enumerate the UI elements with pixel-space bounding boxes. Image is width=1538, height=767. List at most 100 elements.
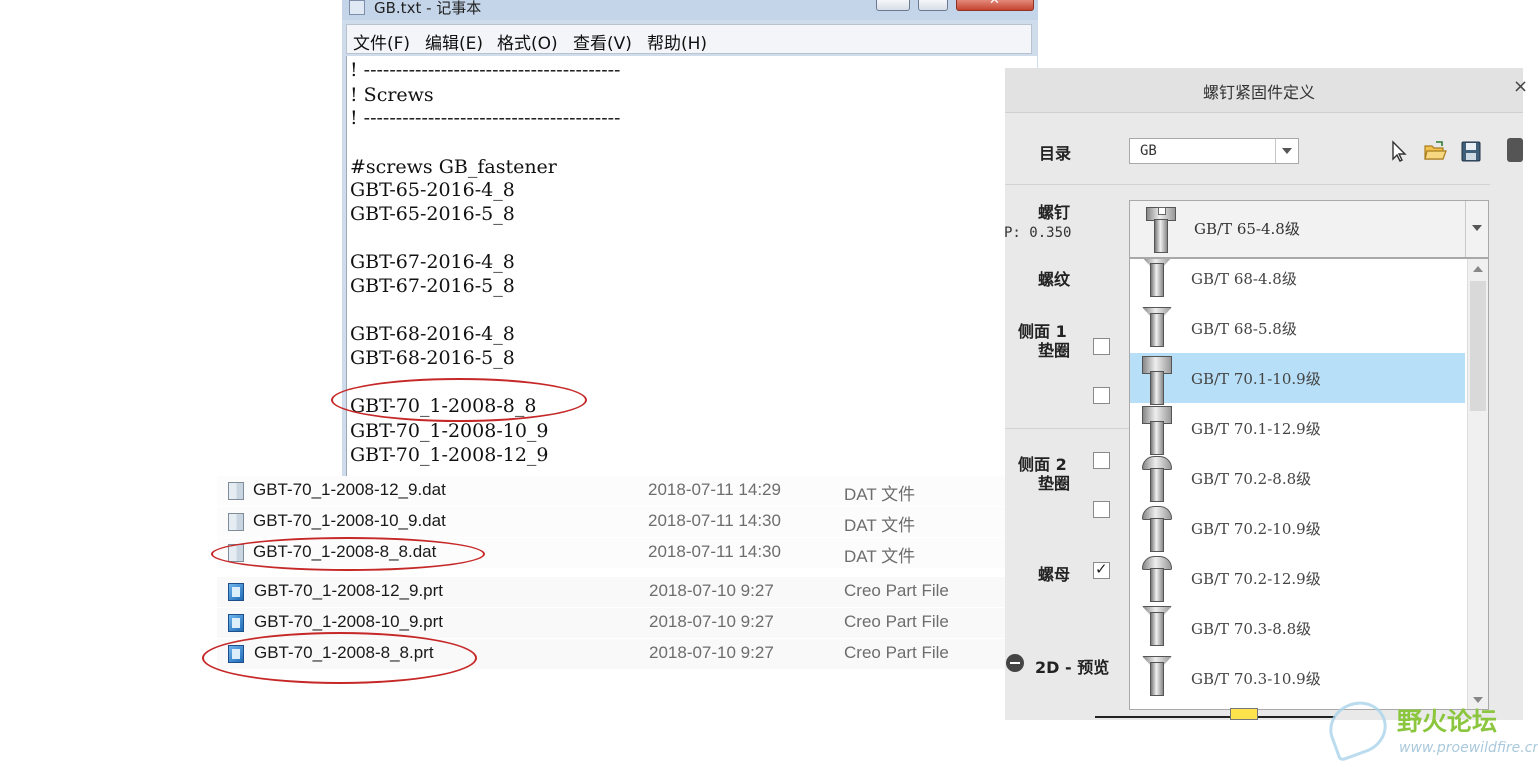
file-date: 2018-07-11 14:30 bbox=[648, 511, 781, 530]
save-icon[interactable] bbox=[1460, 139, 1482, 163]
file-row[interactable]: GBT-70_1-2008-12_9.prt 2018-07-10 9:27 C… bbox=[217, 577, 1005, 607]
button-head-screw-icon bbox=[1140, 504, 1174, 552]
screw-option[interactable]: GB/T 68-5.8级 bbox=[1130, 303, 1465, 353]
notepad-app-icon bbox=[349, 0, 365, 15]
file-date: 2018-07-10 9:27 bbox=[649, 643, 774, 662]
screw-option[interactable]: GB/T 70.2-8.8级 bbox=[1130, 453, 1465, 503]
socket-head-screw-icon bbox=[1140, 404, 1174, 455]
file-date: 2018-07-11 14:29 bbox=[648, 480, 781, 499]
menu-edit[interactable]: 编辑(E) bbox=[425, 29, 483, 54]
watermark-text: 野火论坛 bbox=[1397, 707, 1498, 736]
screw-option-label: GB/T 68-5.8级 bbox=[1191, 320, 1297, 338]
screw-option-label: GB/T 70.1-10.9级 bbox=[1191, 370, 1321, 388]
screw-option-label: GB/T 70.2-8.8级 bbox=[1191, 470, 1312, 488]
catalog-label: 目录 bbox=[1039, 144, 1072, 163]
text-line: GBT-67-2016-4_8 bbox=[350, 251, 515, 273]
socket-head-screw-icon bbox=[1140, 354, 1174, 405]
watermark-url: www.proewildfire.cn bbox=[1399, 740, 1538, 756]
side2-washer-checkbox[interactable] bbox=[1093, 452, 1110, 469]
maximize-button[interactable] bbox=[918, 0, 948, 11]
dialog-close-icon[interactable]: × bbox=[1513, 76, 1528, 97]
text-line: GBT-68-2016-5_8 bbox=[350, 347, 515, 369]
watermark-logo-icon bbox=[1321, 693, 1395, 763]
add-button[interactable] bbox=[1507, 138, 1523, 162]
watermark: 野火论坛 www.proewildfire.cn bbox=[1321, 693, 1538, 763]
screw-dropdown-list: GB/T 68-4.8级 GB/T 68-5.8级 GB/T 70.1-10.9… bbox=[1129, 258, 1489, 710]
notepad-titlebar[interactable]: GB.txt - 记事本 ✕ bbox=[342, 0, 1038, 20]
text-line: ! --------------------------------------… bbox=[350, 59, 621, 81]
screw-option-selected[interactable]: GB/T 70.1-10.9级 bbox=[1130, 353, 1465, 405]
menu-help[interactable]: 帮助(H) bbox=[647, 29, 707, 54]
catalog-dropdown-arrow[interactable] bbox=[1275, 139, 1298, 163]
cursor-select-icon[interactable] bbox=[1388, 139, 1410, 163]
dialog-titlebar[interactable]: 螺钉紧固件定义 × bbox=[1005, 68, 1528, 113]
scroll-up-icon[interactable] bbox=[1473, 266, 1483, 272]
catalog-select[interactable]: GB bbox=[1129, 138, 1299, 164]
countersunk-screw-icon bbox=[1140, 654, 1174, 702]
preview-marker bbox=[1230, 708, 1258, 720]
screw-dropdown-arrow[interactable] bbox=[1465, 201, 1488, 257]
file-type: DAT 文件 bbox=[844, 485, 916, 504]
text-line: GBT-67-2016-5_8 bbox=[350, 275, 515, 297]
side1-extra-checkbox[interactable] bbox=[1093, 387, 1110, 404]
screw-label: 螺钉 bbox=[1038, 203, 1071, 222]
preview-baseline bbox=[1095, 716, 1335, 718]
creo-part-icon bbox=[228, 614, 244, 632]
screw-option[interactable]: GB/T 70.1-12.9级 bbox=[1130, 403, 1465, 455]
side2-extra-checkbox[interactable] bbox=[1093, 501, 1110, 518]
menu-view[interactable]: 查看(V) bbox=[573, 29, 632, 54]
nut-checkbox[interactable] bbox=[1093, 560, 1110, 579]
button-head-screw-icon bbox=[1140, 554, 1174, 602]
screw-fastener-dialog: 螺钉紧固件定义 × 目录 GB 螺钉 P: 0.350 螺纹 侧面 1 垫圈 侧… bbox=[1004, 68, 1528, 720]
screw-option-label: GB/T 70.2-12.9级 bbox=[1191, 570, 1321, 588]
file-date: 2018-07-11 14:30 bbox=[648, 542, 781, 561]
nut-label: 螺母 bbox=[1038, 565, 1071, 584]
catalog-value: GB bbox=[1140, 143, 1157, 159]
text-line: ! --------------------------------------… bbox=[350, 107, 621, 129]
dat-file-icon bbox=[228, 482, 244, 500]
file-type: DAT 文件 bbox=[844, 516, 916, 535]
file-type: Creo Part File bbox=[844, 612, 949, 631]
screw-select[interactable]: GB/T 65-4.8级 bbox=[1129, 200, 1489, 258]
screw-option[interactable]: GB/T 70.3-10.9级 bbox=[1130, 653, 1465, 703]
side2-washer-label: 垫圈 bbox=[1038, 474, 1071, 493]
text-line: ! Screws bbox=[350, 84, 434, 106]
chevron-down-icon bbox=[1472, 225, 1482, 231]
collapse-icon[interactable] bbox=[1006, 654, 1024, 672]
list-scrollbar[interactable] bbox=[1467, 259, 1488, 709]
screw-thumbnail-icon bbox=[1144, 205, 1178, 253]
file-row[interactable]: GBT-70_1-2008-12_9.dat 2018-07-11 14:29 … bbox=[217, 476, 1005, 506]
button-head-screw-icon bbox=[1140, 454, 1174, 502]
file-row[interactable]: GBT-70_1-2008-10_9.dat 2018-07-11 14:30 … bbox=[217, 507, 1005, 537]
file-date: 2018-07-10 9:27 bbox=[649, 581, 774, 600]
screw-option[interactable]: GB/T 70.3-8.8级 bbox=[1130, 603, 1465, 653]
screw-option[interactable]: GB/T 70.2-12.9级 bbox=[1130, 553, 1465, 603]
thread-label: 螺纹 bbox=[1038, 270, 1071, 289]
screw-option[interactable]: GB/T 68-4.8级 bbox=[1130, 259, 1465, 303]
menu-format[interactable]: 格式(O) bbox=[497, 29, 558, 54]
file-name: GBT-70_1-2008-12_9.dat bbox=[253, 480, 446, 499]
file-name: GBT-70_1-2008-10_9.dat bbox=[253, 511, 446, 530]
screw-option[interactable]: GB/T 70.2-10.9级 bbox=[1130, 503, 1465, 553]
text-line: GBT-68-2016-4_8 bbox=[350, 323, 515, 345]
dialog-title: 螺钉紧固件定义 bbox=[1203, 83, 1316, 102]
notepad-menubar: 文件(F) 编辑(E) 格式(O) 查看(V) 帮助(H) bbox=[346, 24, 1032, 54]
side1-washer-checkbox[interactable] bbox=[1093, 338, 1110, 355]
red-ink-circle bbox=[331, 378, 587, 422]
menu-file[interactable]: 文件(F) bbox=[353, 29, 410, 54]
divider bbox=[1005, 184, 1490, 185]
countersunk-screw-icon bbox=[1140, 305, 1174, 353]
text-line: GBT-70_1-2008-10_9 bbox=[350, 420, 549, 442]
file-type: Creo Part File bbox=[844, 643, 949, 662]
red-ink-circle bbox=[211, 537, 485, 571]
screw-option-label: GB/T 70.3-8.8级 bbox=[1191, 620, 1312, 638]
open-folder-icon[interactable] bbox=[1423, 139, 1447, 163]
red-ink-circle bbox=[202, 632, 477, 684]
creo-part-icon bbox=[228, 583, 244, 601]
scrollbar-thumb[interactable] bbox=[1470, 281, 1486, 411]
screw-selected-value: GB/T 65-4.8级 bbox=[1194, 220, 1300, 238]
dat-file-icon bbox=[228, 513, 244, 531]
close-button[interactable]: ✕ bbox=[956, 0, 1034, 11]
text-line: GBT-70_1-2008-12_9 bbox=[350, 444, 549, 466]
minimize-button[interactable] bbox=[876, 0, 910, 11]
